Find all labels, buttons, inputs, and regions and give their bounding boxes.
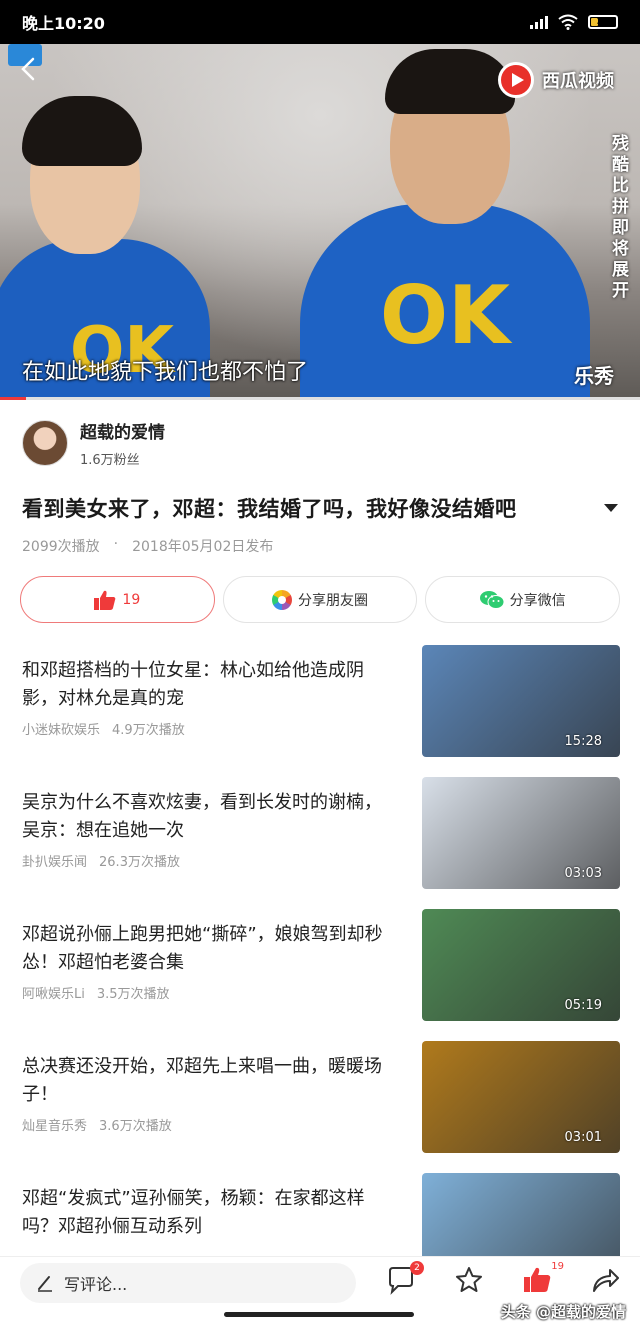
item-plays: 3.5万次播放 (96, 987, 170, 1002)
item-plays: 26.3万次播放 (99, 855, 180, 870)
status-bar: 晚上10:20 25 (0, 0, 640, 44)
item-meta: 小迷妹砍娱乐 4.9万次播放 (22, 719, 185, 738)
publish-date: 2018年05月02日发布 (132, 539, 274, 555)
item-title[interactable]: 邓超“发疯式”逗孙俪笑，杨颖：在家都这样吗？邓超孙俪互动系列 (22, 1185, 392, 1241)
signal-icon (530, 15, 548, 29)
item-source: 阿啾娱乐Li (22, 987, 85, 1002)
item-thumbnail[interactable]: 05:19 (422, 909, 620, 1021)
action-buttons: 19 分享朋友圈 分享微信 (20, 576, 621, 623)
item-title[interactable]: 总决赛还没开始，邓超先上来唱一曲，暖暖场子！ (22, 1053, 392, 1109)
wifi-icon (558, 14, 578, 30)
wechat-icon (479, 590, 504, 609)
shirt-text-right: OK (380, 269, 510, 362)
item-source: 卦扒娱乐闻 (22, 855, 88, 870)
battery-icon: 25 (588, 15, 618, 29)
item-title[interactable]: 和邓超搭档的十位女星：林心如给他造成阴影，对林允是真的宠 (22, 657, 392, 713)
like-count: 19 (122, 591, 141, 608)
item-source: 小迷妹砍娱乐 (22, 723, 101, 738)
share-button[interactable] (590, 1265, 622, 1297)
comment-input[interactable]: 写评论... (20, 1263, 356, 1303)
home-indicator (224, 1312, 414, 1317)
comment-placeholder: 写评论... (64, 1275, 128, 1294)
item-source: 灿星音乐秀 (22, 1119, 88, 1134)
bottom-bar: 写评论... 2 19 头条 @超载的爱情 (0, 1256, 640, 1332)
xigua-watermark: 西瓜视频 (498, 62, 614, 98)
comment-badge: 2 (410, 1261, 424, 1275)
item-thumbnail[interactable]: 03:03 (422, 777, 620, 889)
thumbs-up-icon (524, 1267, 551, 1292)
lexiu-watermark: 乐秀 (574, 364, 614, 388)
list-item[interactable]: 邓超说孙俪上跑男把她“撕碎”，娘娘驾到却秒怂！邓超怕老婆合集 阿啾娱乐Li 3.… (0, 909, 640, 1021)
share-moments-button[interactable]: 分享朋友圈 (222, 576, 418, 623)
toutiao-watermark: 头条 @超载的爱情 (500, 1303, 626, 1321)
share-icon (593, 1269, 619, 1292)
meta-separator: · (113, 536, 119, 552)
author-name[interactable]: 超载的爱情 (80, 418, 165, 443)
item-title[interactable]: 邓超说孙俪上跑男把她“撕碎”，娘娘驾到却秒怂！邓超怕老婆合集 (22, 921, 392, 977)
item-duration: 15:28 (564, 734, 602, 749)
author-fans: 1.6万粉丝 (80, 453, 140, 468)
item-plays: 3.6万次播放 (99, 1119, 172, 1134)
video-progress-fill (0, 397, 26, 400)
item-plays: 4.9万次播放 (112, 723, 185, 738)
back-icon[interactable] (18, 56, 38, 82)
list-item[interactable]: 吴京为什么不喜欢炫妻，看到长发时的谢楠，吴京：想在追她一次 卦扒娱乐闻 26.3… (0, 777, 640, 889)
video-progress-bar[interactable] (0, 397, 640, 400)
platform-logo-text: 西瓜视频 (542, 71, 614, 92)
item-title[interactable]: 吴京为什么不喜欢炫妻，看到长发时的谢楠，吴京：想在追她一次 (22, 789, 392, 845)
list-item[interactable]: 和邓超搭档的十位女星：林心如给他造成阴影，对林允是真的宠 小迷妹砍娱乐 4.9万… (0, 645, 640, 757)
pencil-icon (38, 1276, 52, 1292)
moments-icon (272, 589, 292, 610)
share-moments-label: 分享朋友圈 (298, 592, 368, 609)
item-meta: 卦扒娱乐闻 26.3万次播放 (22, 851, 180, 870)
expand-caret-icon[interactable] (604, 504, 618, 512)
video-subtitle: 在如此地貌下我们也都不怕了 (22, 360, 309, 385)
list-item[interactable]: 总决赛还没开始，邓超先上来唱一曲，暖暖场子！ 灿星音乐秀 3.6万次播放 03:… (0, 1041, 640, 1153)
item-meta: 阿啾娱乐Li 3.5万次播放 (22, 983, 170, 1002)
comment-button[interactable]: 2 (386, 1261, 424, 1297)
item-duration: 03:01 (564, 1130, 602, 1145)
side-caption: 残酷比拼即将展开 (612, 134, 629, 301)
like-badge: 19 (551, 1261, 564, 1272)
status-icons: 25 (530, 14, 618, 30)
video-title: 看到美女来了，邓超：我结婚了吗，我好像没结婚吧 (22, 497, 517, 521)
share-wechat-button[interactable]: 分享微信 (425, 576, 621, 623)
video-meta: 2099次播放 · 2018年05月02日发布 (22, 536, 273, 556)
star-icon (456, 1267, 482, 1292)
author-row[interactable]: 超载的爱情 1.6万粉丝 (22, 418, 165, 468)
battery-level: 25 (596, 17, 610, 27)
favorite-button[interactable] (454, 1265, 486, 1297)
item-duration: 03:03 (564, 866, 602, 881)
avatar[interactable] (22, 420, 68, 466)
play-count: 2099次播放 (22, 539, 100, 555)
xigua-logo-icon (498, 62, 534, 98)
bottom-like-button[interactable]: 19 (522, 1261, 564, 1297)
share-wechat-label: 分享微信 (509, 592, 566, 609)
item-thumbnail[interactable]: 15:28 (422, 645, 620, 757)
thumbs-up-icon (94, 590, 116, 610)
title-row: 看到美女来了，邓超：我结婚了吗，我好像没结婚吧 (22, 493, 622, 523)
like-button[interactable]: 19 (20, 576, 215, 623)
item-meta: 灿星音乐秀 3.6万次播放 (22, 1115, 172, 1134)
video-player[interactable]: OK OK 西瓜视频 残酷比拼即将展开 在如此地貌下我们也都不怕了 乐秀 (0, 44, 640, 399)
status-time: 晚上10:20 (22, 14, 105, 33)
item-thumbnail[interactable]: 03:01 (422, 1041, 620, 1153)
item-duration: 05:19 (564, 998, 602, 1013)
